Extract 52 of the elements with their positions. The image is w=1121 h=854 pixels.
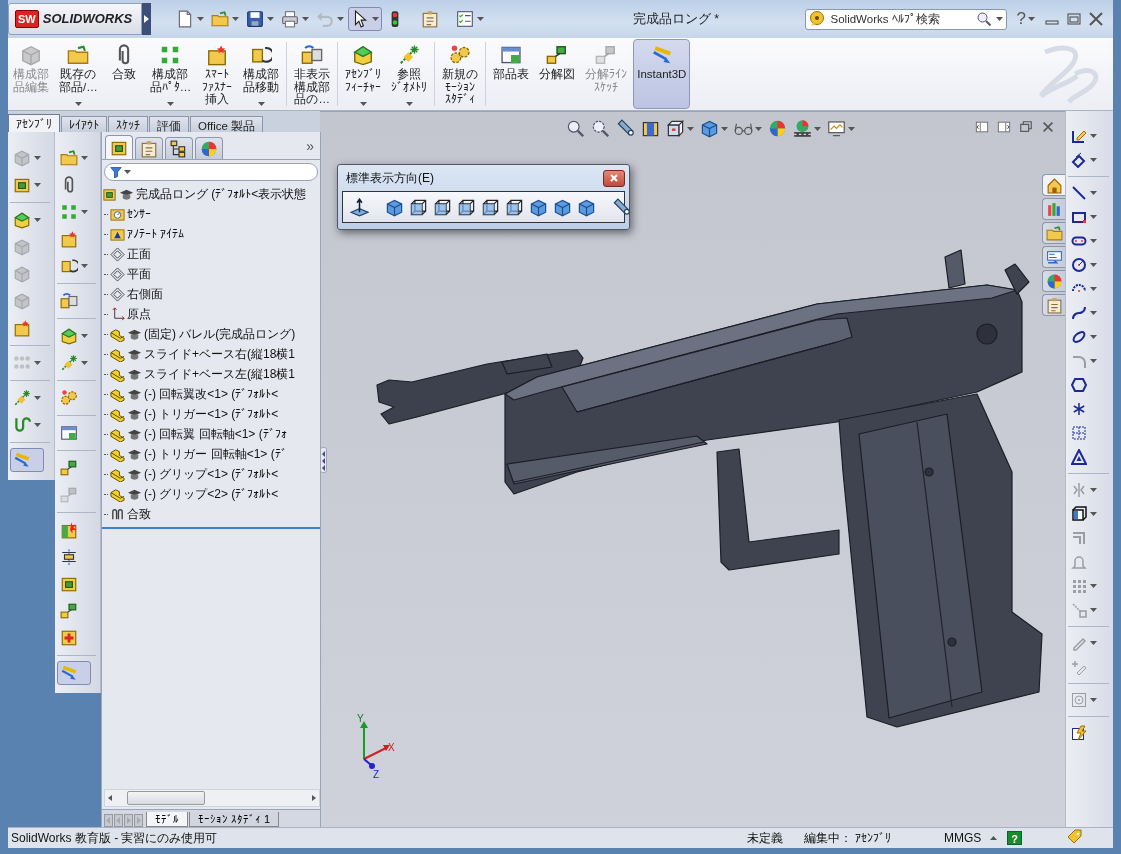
tree-item[interactable]: 完成品ロング (ﾃﾞﾌｫﾙﾄ<表示状態 xyxy=(102,184,320,204)
tree-item[interactable]: ｱﾉﾃｰﾄ ｱｲﾃﾑ xyxy=(102,224,320,244)
ribbon-button[interactable]: ｽﾏｰﾄﾌｧｽﾅｰ挿入 xyxy=(197,39,238,109)
tree-item[interactable]: (-) 回転翼改<1> (ﾃﾞﾌｫﾙﾄ< xyxy=(102,384,320,404)
tree-item[interactable]: スライド+ベース右(縦18横1 xyxy=(102,344,320,364)
app-logo: SOLIDWORKS xyxy=(42,10,134,28)
tree-item[interactable]: 平面 xyxy=(102,264,320,284)
units-label[interactable]: MMGS xyxy=(944,831,990,845)
tree-item[interactable]: 正面 xyxy=(102,244,320,264)
ribbon-button[interactable]: 既存の部品/… xyxy=(55,39,102,109)
help-button[interactable]: ? xyxy=(1007,831,1022,845)
ribbon-button[interactable]: 構成部品移動 xyxy=(239,39,284,109)
status-message: SolidWorks 教育版 - 実習にのみ使用可 xyxy=(10,829,219,847)
ribbon-button[interactable]: Instant3D xyxy=(633,39,691,109)
ribbon-button[interactable]: 非表示構成部品の… xyxy=(290,39,335,109)
search-input[interactable]: SolidWorks ﾍﾙﾌﾟ検索 xyxy=(828,12,972,26)
tree-item[interactable]: 原点 xyxy=(102,304,320,324)
ribbon-button[interactable]: 新規のﾓｰｼｮﾝｽﾀﾃﾞｨ xyxy=(438,39,483,109)
ribbon-button[interactable]: 部品表 xyxy=(489,39,534,109)
dialog-title: 標準表示方向(E) xyxy=(345,169,435,187)
axis-label: X xyxy=(388,742,395,753)
axis-label: Y xyxy=(357,713,364,724)
tab[interactable]: ｱｾﾝﾌﾞﾘ xyxy=(8,114,60,132)
tab[interactable]: ｽｹｯﾁ xyxy=(108,116,148,132)
search-field[interactable]: SolidWorks ﾍﾙﾌﾟ検索 xyxy=(804,8,1007,30)
tab[interactable]: ﾚｲｱｳﾄ xyxy=(61,116,107,132)
tree-item[interactable]: 合致 xyxy=(102,504,320,524)
axis-label: Z xyxy=(373,769,380,780)
tree-item[interactable]: (-) 回転翼 回転軸<1> (ﾃﾞﾌｫ xyxy=(102,424,320,444)
tree-item[interactable]: (-) トリガー<1> (ﾃﾞﾌｫﾙﾄ< xyxy=(102,404,320,424)
tree-item[interactable]: ｾﾝｻｰ xyxy=(102,204,320,224)
status-text: 編集中： ｱｾﾝﾌﾞﾘ xyxy=(804,829,893,847)
tree-item[interactable]: (-) グリップ<2> (ﾃﾞﾌｫﾙﾄ< xyxy=(102,484,320,504)
tree-item[interactable]: (固定) バレル(完成品ロング) xyxy=(102,324,320,344)
ribbon-button[interactable]: 構成部品ﾊﾟﾀ… xyxy=(145,39,196,109)
help-button[interactable]: ? xyxy=(1014,9,1028,29)
ribbon-button[interactable]: ｱｾﾝﾌﾞﾘﾌｨｰﾁｬｰ xyxy=(341,39,386,109)
ribbon-button[interactable]: 分解図 xyxy=(535,39,580,109)
tab[interactable]: ﾓｰｼｮﾝ ｽﾀﾃﾞｨ 1 xyxy=(189,812,280,827)
window-title: 完成品ロング * xyxy=(631,10,721,28)
logo-badge: SW xyxy=(15,10,39,28)
tree-item[interactable]: 右側面 xyxy=(102,284,320,304)
ribbon-button[interactable]: 合致 xyxy=(103,39,144,109)
ribbon-button[interactable]: 参照ｼﾞｵﾒﾄﾘ xyxy=(387,39,432,109)
more-tabs-button[interactable]: » xyxy=(306,137,314,154)
tree-item[interactable]: (-) グリップ<1> (ﾃﾞﾌｫﾙﾄ< xyxy=(102,464,320,484)
tab[interactable]: Office 製品 xyxy=(190,116,264,132)
tab[interactable]: 評価 xyxy=(149,116,189,132)
tree-item[interactable]: スライド+ベース左(縦18横1 xyxy=(102,364,320,384)
tree-item[interactable]: (-) トリガー 回転軸<1> (ﾃﾞ xyxy=(102,444,320,464)
tab[interactable]: ﾓﾃﾞﾙ xyxy=(146,812,188,827)
status-text: 未定義 xyxy=(747,829,784,847)
